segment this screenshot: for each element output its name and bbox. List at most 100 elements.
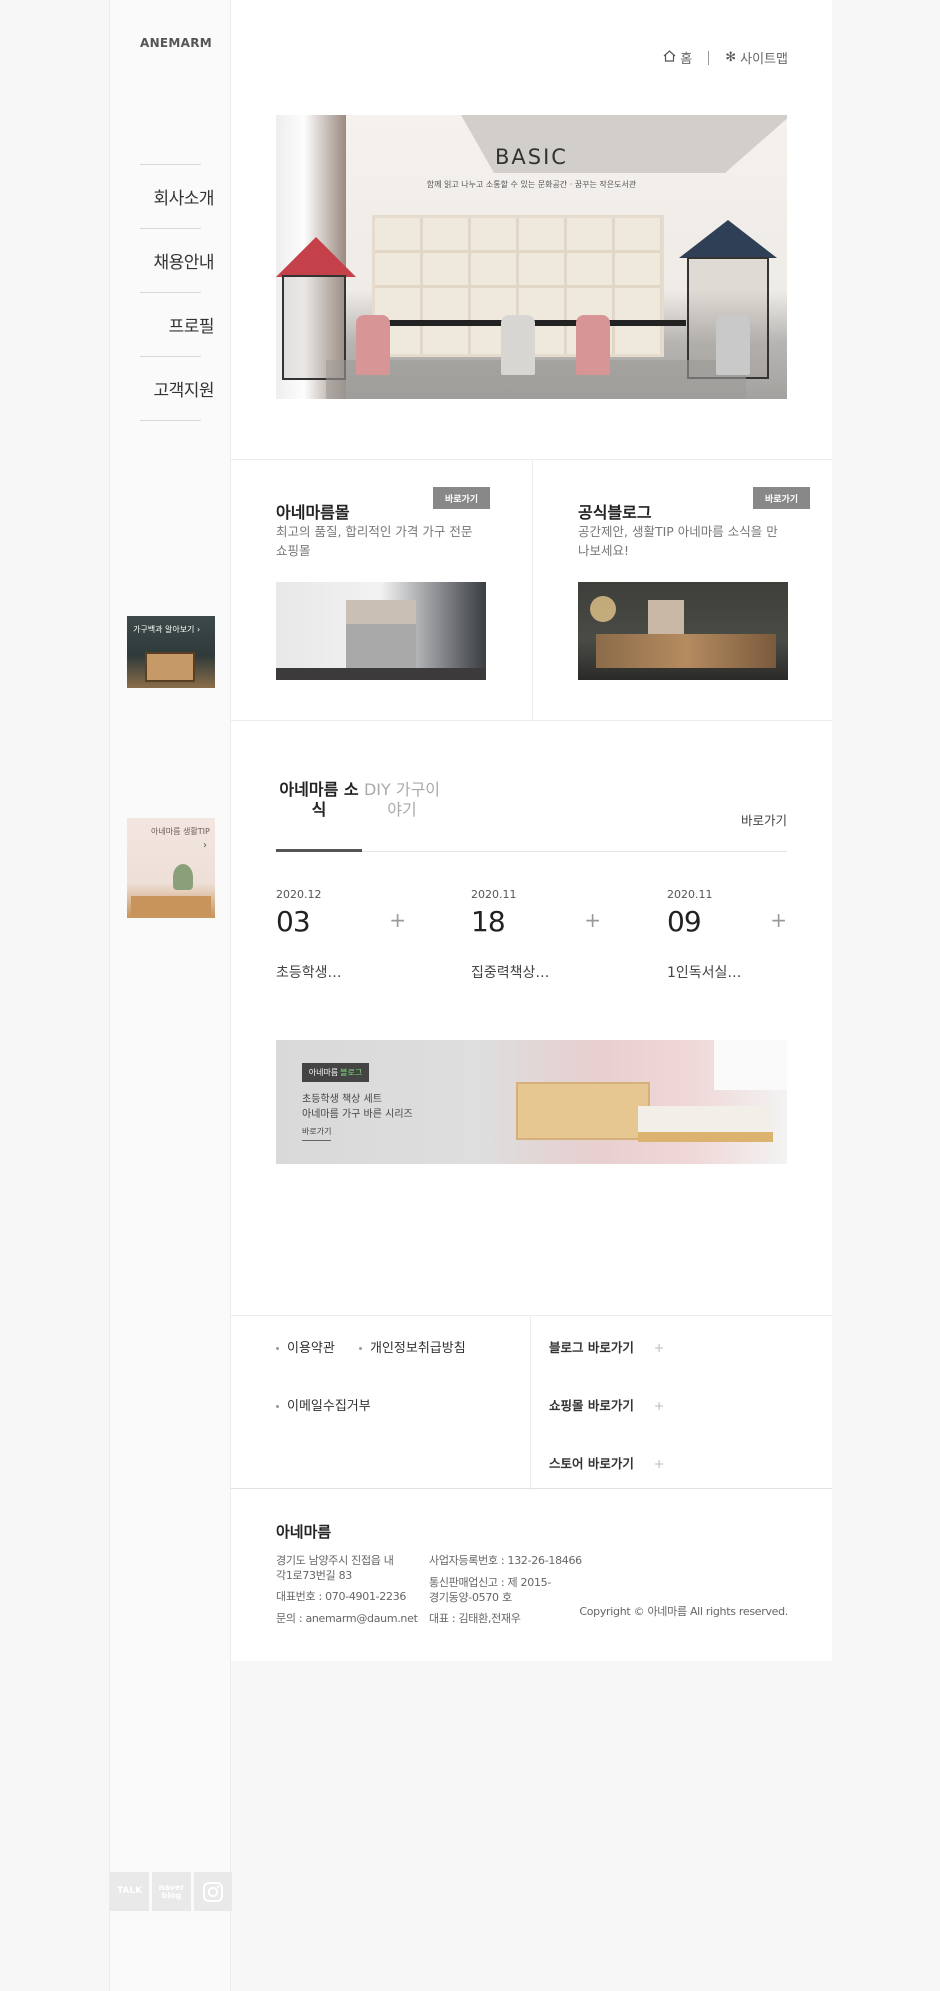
hero-chair — [576, 315, 610, 375]
blog-image-lamp — [590, 596, 616, 622]
promo-blog: 공식블로그 바로가기 공간제안, 생활TIP 아네마름 소식을 만나보세요! — [532, 460, 832, 720]
plus-icon[interactable]: + — [584, 908, 601, 932]
social-links: TALK naver blog — [110, 1872, 232, 1911]
news-item[interactable]: 2020.11 09 + 1인독서실… — [667, 888, 787, 982]
copyright: Copyright © 아네마름 All rights reserved. — [579, 1605, 788, 1618]
kakao-talk-icon[interactable]: TALK — [110, 1872, 149, 1911]
side-banner-life-tip[interactable]: 아네마름 생활TIP › — [127, 818, 215, 918]
company-ceo: 대표 : 김태환,전재우 — [429, 1612, 521, 1625]
hero-subtitle: 함께 읽고 나누고 소통할 수 있는 문화공간 · 꿈꾸는 작은도서관 — [426, 180, 637, 189]
banner-image-desk — [516, 1082, 650, 1140]
banner-image-table — [131, 896, 211, 916]
store-shortcut-label: 스토어 바로가기 — [549, 1456, 634, 1471]
mall-image-floor — [276, 668, 486, 680]
plus-icon: + — [653, 1456, 665, 1471]
mall-image[interactable] — [276, 582, 486, 680]
chevron-right-icon: › — [203, 840, 207, 851]
company-address: 경기도 남양주시 진접읍 내각1로73번길 83 — [276, 1554, 394, 1582]
blog-shortcut-link[interactable]: 블로그 바로가기 + — [549, 1337, 664, 1356]
naver-blog-icon[interactable]: naver blog — [152, 1872, 191, 1911]
home-link[interactable]: 홈 — [680, 48, 692, 67]
mall-shortcut-label: 쇼핑몰 바로가기 — [549, 1398, 634, 1413]
store-shortcut-link[interactable]: 스토어 바로가기 + — [549, 1453, 664, 1472]
sitemap-icon: ✻ — [725, 50, 737, 65]
sidebar-item-recruit[interactable]: 채용안내 — [140, 229, 214, 293]
side-nav: 회사소개 채용안내 프로필 고객지원 — [140, 164, 215, 421]
banner-tag-brand: 아네마름 — [308, 1068, 339, 1077]
banner-image-shelf — [145, 652, 195, 682]
news-more-link[interactable]: 바로가기 — [741, 810, 787, 829]
sidebar-item-company[interactable]: 회사소개 — [140, 165, 214, 229]
promo-description: 공간제안, 생활TIP 아네마름 소식을 만나보세요! — [578, 524, 778, 558]
sidebar-item-label: 프로필 — [168, 317, 215, 337]
news-day: 18 — [471, 905, 506, 938]
company-name: 아네마름 — [276, 1523, 332, 1541]
news-item[interactable]: 2020.12 03 + 초등학생… — [276, 888, 406, 982]
banner-image-plant — [173, 864, 193, 890]
banner-tag: 아네마름 블로그 — [302, 1063, 369, 1082]
sidebar-item-label: 고객지원 — [153, 381, 214, 401]
instagram-icon[interactable] — [194, 1872, 232, 1911]
hero-banner[interactable]: BASIC 함께 읽고 나누고 소통할 수 있는 문화공간 · 꿈꾸는 작은도서… — [276, 115, 787, 399]
side-banner-caption: 아네마름 생활TIP — [151, 827, 210, 836]
plus-icon: + — [653, 1340, 665, 1355]
email-refuse-link[interactable]: 이메일수집거부 — [276, 1395, 371, 1414]
sitemap-link[interactable]: 사이트맵 — [740, 48, 788, 67]
plus-icon[interactable]: + — [770, 908, 787, 932]
banner-line-1: 초등학생 책상 세트 — [302, 1094, 382, 1105]
privacy-link[interactable]: 개인정보취급방침 — [359, 1337, 466, 1356]
company-mail-order: 통신판매업신고 : 제 2015-경기동양-0570 호 — [429, 1576, 552, 1604]
banner-image-bed — [638, 1106, 773, 1142]
plus-icon: + — [653, 1398, 665, 1413]
mall-image-cabinet — [346, 600, 416, 672]
blog-shortcut-label: 블로그 바로가기 — [549, 1340, 634, 1355]
sidebar-item-support[interactable]: 고객지원 — [140, 357, 214, 421]
news-title: 초등학생… — [276, 965, 342, 981]
divider — [708, 50, 710, 65]
desk-set-banner[interactable]: 아네마름 블로그 초등학생 책상 세트 아네마름 가구 바른 시리즈 바로가기 — [276, 1040, 787, 1164]
news-title: 집중력책상… — [471, 965, 550, 981]
promo-title: 공식블로그 — [578, 503, 652, 522]
tab-diy-story[interactable]: DIY 가구이야기 — [362, 780, 442, 820]
blog-goto-button[interactable]: 바로가기 — [753, 487, 810, 509]
logo[interactable]: ANEMARM — [140, 36, 212, 50]
hero-blue-house-roof — [679, 220, 777, 258]
promo-description: 최고의 품질, 합리적인 가격 가구 전문 쇼핑몰 — [276, 524, 473, 558]
tab-anemarm-news[interactable]: 아네마름 소식 — [276, 780, 362, 852]
hero-title: BASIC — [495, 145, 568, 169]
banner-image-window — [714, 1040, 787, 1090]
promo-title: 아네마름몰 — [276, 503, 350, 522]
sidebar-item-label: 회사소개 — [153, 189, 214, 209]
mall-shortcut-link[interactable]: 쇼핑몰 바로가기 + — [549, 1395, 664, 1414]
hero-chair — [356, 315, 390, 375]
banner-goto-link[interactable]: 바로가기 — [302, 1126, 332, 1141]
side-banner-furniture-encyclopedia[interactable]: 가구백과 알아보기 › — [127, 616, 215, 688]
blog-image-sideboard — [596, 634, 776, 668]
footer-links: 이용약관 개인정보취급방침 이메일수집거부 블로그 바로가기 + 쇼핑몰 바로가기… — [231, 1315, 832, 1490]
news-day: 03 — [276, 905, 311, 938]
blog-image[interactable] — [578, 582, 788, 680]
footer-policy-links: 이용약관 개인정보취급방침 이메일수집거부 — [231, 1316, 531, 1490]
blog-image-art — [648, 600, 684, 634]
terms-link[interactable]: 이용약관 — [276, 1337, 335, 1356]
instagram-glyph — [203, 1881, 223, 1902]
sidebar-item-profile[interactable]: 프로필 — [140, 293, 215, 357]
plus-icon[interactable]: + — [389, 908, 406, 932]
news-year-month: 2020.11 — [667, 888, 713, 901]
side-banner-caption: 가구백과 알아보기 › — [133, 625, 201, 634]
banner-line-2: 아네마름 가구 바른 시리즈 — [302, 1109, 413, 1120]
news-tabs: 아네마름 소식 DIY 가구이야기 바로가기 — [276, 780, 787, 852]
hero-chair — [716, 315, 750, 375]
promo-mall: 아네마름몰 바로가기 최고의 품질, 합리적인 가격 가구 전문 쇼핑몰 — [231, 460, 531, 720]
company-phone: 대표번호 : 070-4901-2236 — [276, 1590, 407, 1603]
home-icon — [663, 49, 676, 66]
main-content: 홈 ✻ 사이트맵 BASIC 함께 읽고 나누고 소통할 수 있는 문화공간 ·… — [231, 0, 832, 1661]
mall-goto-button[interactable]: 바로가기 — [433, 487, 490, 509]
utility-nav: 홈 ✻ 사이트맵 — [663, 48, 788, 67]
news-item[interactable]: 2020.11 18 + 집중력책상… — [471, 888, 601, 982]
company-biz-no: 사업자등록번호 : 132-26-18466 — [429, 1554, 582, 1567]
news-title: 1인독서실… — [667, 965, 742, 981]
sidebar: ANEMARM 회사소개 채용안내 프로필 고객지원 가구백과 알아보기 › 아… — [109, 0, 232, 1991]
banner-tag-blog: 블로그 — [340, 1068, 363, 1077]
news-year-month: 2020.12 — [276, 888, 322, 901]
